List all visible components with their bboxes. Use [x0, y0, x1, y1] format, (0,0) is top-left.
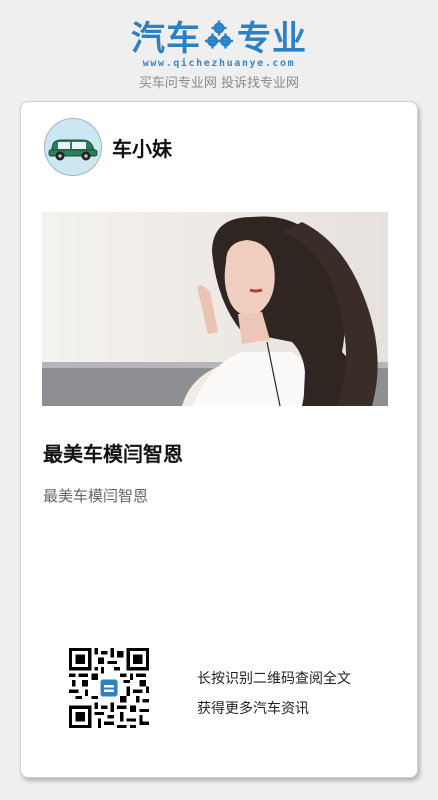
site-slogan: 买车问专业网 投诉找专业网 — [138, 76, 300, 91]
article-image — [42, 212, 388, 406]
author-name: 车小妹 — [112, 136, 172, 161]
green-car-icon — [48, 139, 98, 161]
qr-caption: 长按识别二维码查阅全文 获得更多汽车资讯 — [197, 664, 351, 724]
article-card: 车小妹 最美车模闫智恩 最美车模闫智恩 长按识别二维码查阅全文 获得更多汽车资讯 — [20, 101, 418, 778]
logo-text-right: 专业 — [237, 18, 307, 59]
site-url: www.qichezhuanye.com — [142, 58, 296, 69]
qr-caption-line-2: 获得更多汽车资讯 — [197, 701, 309, 717]
qr-code — [69, 648, 149, 728]
article-title: 最美车模闫智恩 — [43, 442, 183, 466]
gears-icon — [205, 20, 233, 49]
qr-caption-line-1: 长按识别二维码查阅全文 — [197, 671, 351, 687]
logo-text-left: 汽车 — [131, 18, 201, 59]
woman-portrait-photo — [42, 212, 388, 406]
brand-header: 汽车 专业 www.qichezhuanye.com 买车问专业网 投诉找专业网 — [0, 14, 438, 92]
article-summary: 最美车模闫智恩 — [43, 487, 149, 505]
site-logo: 汽车 专业 — [0, 14, 438, 59]
share-poster: 汽车 专业 www.qichezhuanye.com 买车问专业网 投诉找专业网… — [0, 0, 438, 800]
avatar — [44, 118, 102, 176]
author-row: 车小妹 — [44, 118, 172, 176]
